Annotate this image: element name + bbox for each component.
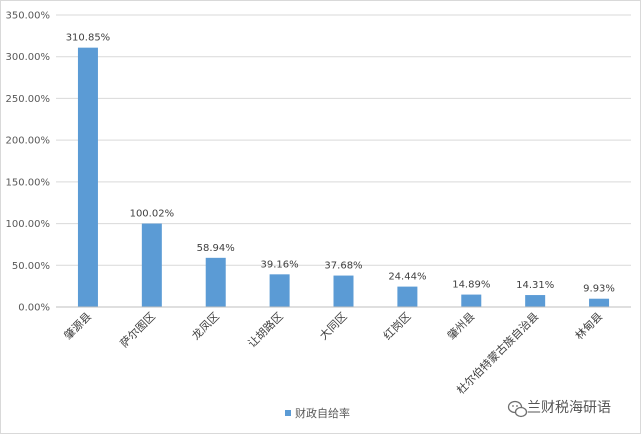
chart-frame: 0.00% 50.00% 100.00% 150.00% 200.00% 250.00% 3…: [0, 0, 641, 434]
bar: [333, 275, 354, 307]
legend-label: 财政自给率: [295, 406, 350, 420]
category-label: 萨尔图区: [118, 310, 158, 350]
bar-chart: 0.00% 50.00% 100.00% 150.00% 200.00% 250.00% 3…: [6, 11, 631, 420]
data-label: 39.16%: [261, 259, 299, 270]
category-label: 肇州县: [444, 309, 477, 342]
data-label: 14.89%: [452, 280, 490, 291]
category-label: 大同区: [316, 309, 349, 342]
watermark-text: 兰财税海研语: [527, 400, 611, 416]
y-tick-label: 350.00%: [6, 11, 51, 22]
data-label: 24.44%: [388, 272, 426, 283]
y-tick-label: 300.00%: [6, 52, 51, 63]
data-label: 310.85%: [66, 33, 111, 44]
bar: [269, 274, 290, 307]
category-label: 让胡路区: [245, 309, 286, 350]
category-label: 红岗区: [381, 310, 414, 343]
y-tick-label: 250.00%: [6, 94, 51, 105]
wechat-icon: [507, 400, 528, 418]
bar: [461, 294, 482, 307]
category-label: 肇源县: [61, 309, 94, 342]
bar: [141, 223, 162, 307]
watermark: 兰财税海研语: [507, 400, 611, 418]
bar: [205, 257, 226, 307]
y-tick-label: 50.00%: [12, 261, 50, 272]
y-tick-label: 150.00%: [6, 177, 51, 188]
category-label: 龙凤区: [189, 310, 222, 343]
data-label: 9.93%: [583, 284, 615, 295]
category-label: 林甸县: [572, 309, 605, 342]
data-label: 14.31%: [516, 280, 554, 291]
y-axis-tick-labels: 0.00% 50.00% 100.00% 150.00% 200.00% 250.00% 3…: [6, 11, 51, 314]
data-label: 100.02%: [130, 209, 175, 220]
bar: [397, 286, 418, 307]
category-labels: 肇源县 萨尔图区 龙凤区 让胡路区 大同区 红岗区 肇州县杜尔伯特蒙古族自治县 林甸县: [61, 309, 605, 397]
bar: [525, 295, 546, 307]
y-tick-label: 200.00%: [6, 136, 51, 147]
data-label: 37.68%: [324, 261, 362, 272]
y-tick-label: 0.00%: [18, 303, 50, 314]
y-tick-label: 100.00%: [6, 219, 51, 230]
legend-swatch: [285, 410, 291, 416]
data-label: 58.94%: [197, 243, 235, 254]
bar: [77, 47, 98, 307]
legend: 财政自给率: [285, 406, 350, 420]
bar: [589, 298, 610, 307]
